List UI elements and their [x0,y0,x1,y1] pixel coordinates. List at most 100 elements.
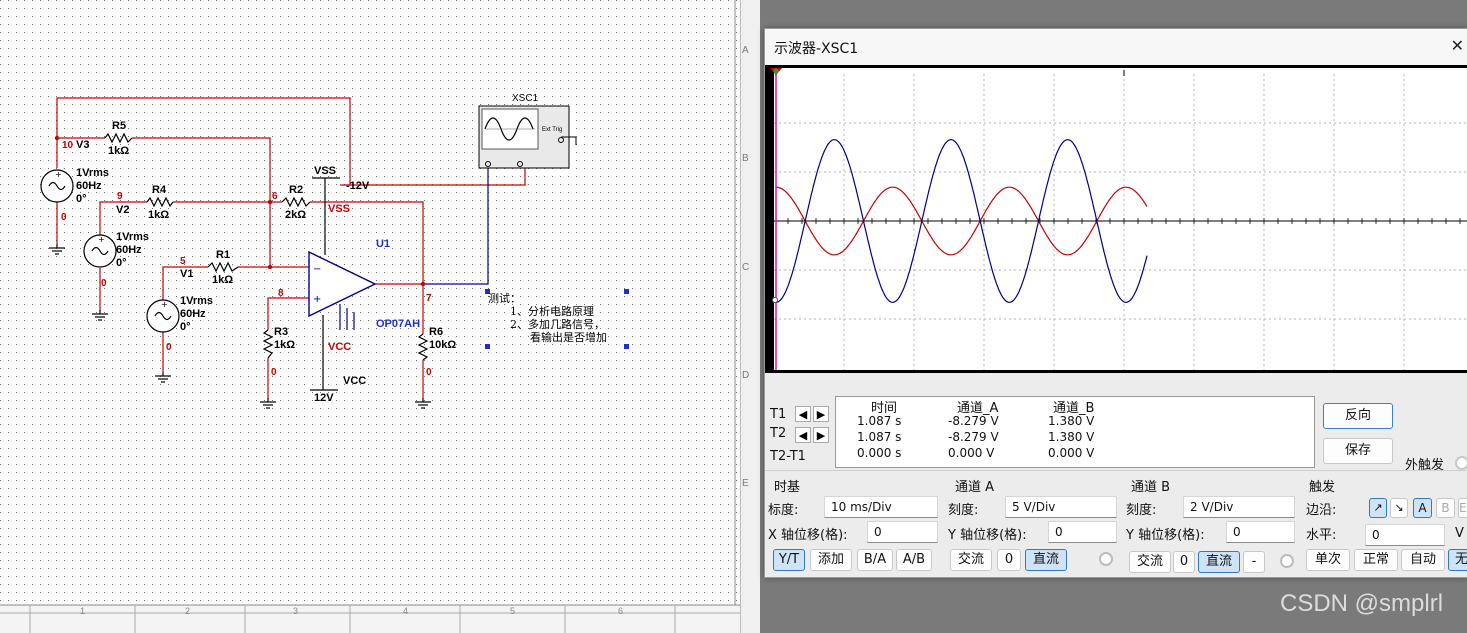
node-label: 0 [271,367,277,378]
mode-add-button[interactable]: 添加 [810,549,852,571]
t2-label: T2 [770,426,787,441]
save-button[interactable]: 保存 [1323,438,1393,464]
sheet-border [740,0,761,633]
neg12-label: -12V [346,180,370,192]
row-label: B [742,153,749,164]
t2-left-arrow-icon[interactable]: ◀ [795,427,811,443]
trigger-none-button[interactable]: 无 [1448,549,1467,571]
r5-name: R5 [112,120,126,132]
row-label: A [742,45,749,56]
t1-channel-a: -8.279 V [948,414,999,428]
node-label: 10 [62,140,74,151]
channel-b-invert-button[interactable]: - [1243,551,1265,573]
close-icon[interactable]: ✕ [1451,36,1464,55]
mode-ab-button[interactable]: A/B [896,549,932,571]
col-label: 2 [185,606,190,616]
v2-line2: 60Hz [116,244,142,256]
mode-ba-button[interactable]: B/A [857,549,893,571]
svg-text:+: + [161,300,168,309]
note-line: 看输出是否增加 [530,330,607,344]
trigger-source-a-button[interactable]: A [1413,498,1432,518]
svg-text:+: + [313,294,321,305]
channel-b-ac-button[interactable]: 交流 [1129,551,1171,573]
channel-a-scale-field[interactable]: 5 V/Div [1005,496,1117,518]
r2-name: R2 [289,184,303,196]
trigger-source-b-button[interactable]: B [1436,498,1455,518]
trigger-source-ext-button[interactable]: Ext [1458,498,1467,518]
t2-channel-a: -8.279 V [948,430,999,444]
timebase-scale-label: 标度: [768,503,799,518]
channel-a-dc-button[interactable]: 直流 [1025,549,1067,571]
channel-b-position-marker[interactable] [772,297,778,303]
v3-line1: 1Vrms [76,167,109,179]
node-label: 7 [426,293,432,304]
channel-a-yoffset-field[interactable]: 0 [1048,521,1117,543]
falling-edge-icon[interactable]: ↘ [1390,498,1408,518]
u1-part: OP07AH [376,318,420,330]
t1-left-arrow-icon[interactable]: ◀ [795,406,811,422]
r6-name: R6 [429,326,443,338]
col-label: 5 [510,606,515,616]
trigger-single-button[interactable]: 单次 [1306,549,1350,571]
trigger-edge-label: 边沿: [1306,503,1337,518]
trigger-normal-button[interactable]: 正常 [1354,549,1398,571]
rising-edge-icon[interactable]: ↗ [1369,498,1387,518]
pos12-label: 12V [314,392,334,404]
channel-a-indicator[interactable] [1099,552,1113,566]
t1-right-arrow-icon[interactable]: ▶ [813,406,829,422]
v1-line1: 1Vrms [180,295,213,307]
reverse-button[interactable]: 反向 [1323,403,1393,429]
schematic-canvas[interactable]: 1 2 3 4 5 6 +++ − + XSC1 Ext Trig V3 1Vr… [0,0,740,633]
channel-b-zero-button[interactable]: 0 [1173,551,1195,573]
instrument-label: XSC1 [512,93,539,104]
oscilloscope-instrument[interactable] [478,105,577,169]
trigger-auto-button[interactable]: 自动 [1401,549,1445,571]
r3-value: 1kΩ [274,339,295,351]
v3-line3: 0° [76,193,87,205]
t2-channel-b: 1.380 V [1048,430,1095,444]
v1-name: V1 [180,268,193,280]
channel-b-title: 通道 B [1131,480,1171,495]
oscilloscope-window[interactable]: 示波器-XSC1 ✕ T1 ◀ ▶ T2 ◀ ▶ T2-T1 时间 通道_A 通… [764,28,1467,578]
scope-screen[interactable] [765,68,1467,370]
channel-a-ac-button[interactable]: 交流 [950,549,992,571]
row-label: C [742,262,750,273]
vss-top-label: VSS [314,165,336,177]
channel-b-dc-button[interactable]: 直流 [1198,551,1240,573]
panel-divider [765,470,1467,471]
vcc-net-label: VCC [328,341,351,353]
diff-channel-b: 0.000 V [1048,446,1095,460]
window-title: 示波器-XSC1 [774,41,859,57]
trigger-level-unit: V [1455,526,1464,541]
svg-text:+: + [55,170,62,179]
trigger-level-field[interactable]: 0 [1365,524,1445,546]
node-label: 8 [278,288,284,299]
channel-b-yoffset-field[interactable]: 0 [1226,521,1295,543]
node-label: 5 [180,256,186,267]
channel-b-indicator[interactable] [1280,554,1294,568]
diff-time: 0.000 s [857,446,902,460]
channel-a-zero-button[interactable]: 0 [997,549,1021,571]
channel-b-scale-label: 刻度: [1126,503,1157,518]
v2-name: V2 [116,204,129,216]
timebase-scale-field[interactable]: 10 ms/Div [824,496,938,518]
x-offset-field[interactable]: 0 [867,521,938,543]
r5-value: 1kΩ [108,145,129,157]
ext-trigger-radio[interactable] [1455,456,1467,470]
note-line: 2、多加几路信号， [510,317,605,331]
node-label: 0 [166,342,172,353]
trigger-level-label: 水平: [1306,528,1337,543]
t2-right-arrow-icon[interactable]: ▶ [813,427,829,443]
channel-b-scale-field[interactable]: 2 V/Div [1183,496,1295,518]
node-label: 9 [117,191,123,202]
mode-yt-button[interactable]: Y/T [773,549,805,571]
t1-label: T1 [770,407,787,422]
v2-line3: 0° [116,257,127,269]
channel-a-yoffset-label: Y 轴位移(格): [948,528,1027,543]
r4-value: 1kΩ [148,209,169,221]
title-bar[interactable]: 示波器-XSC1 ✕ [765,29,1467,65]
col-label: 4 [403,606,408,616]
node-label: 0 [426,367,432,378]
cursor-t2-marker[interactable] [773,68,779,74]
r3-name: R3 [274,326,288,338]
